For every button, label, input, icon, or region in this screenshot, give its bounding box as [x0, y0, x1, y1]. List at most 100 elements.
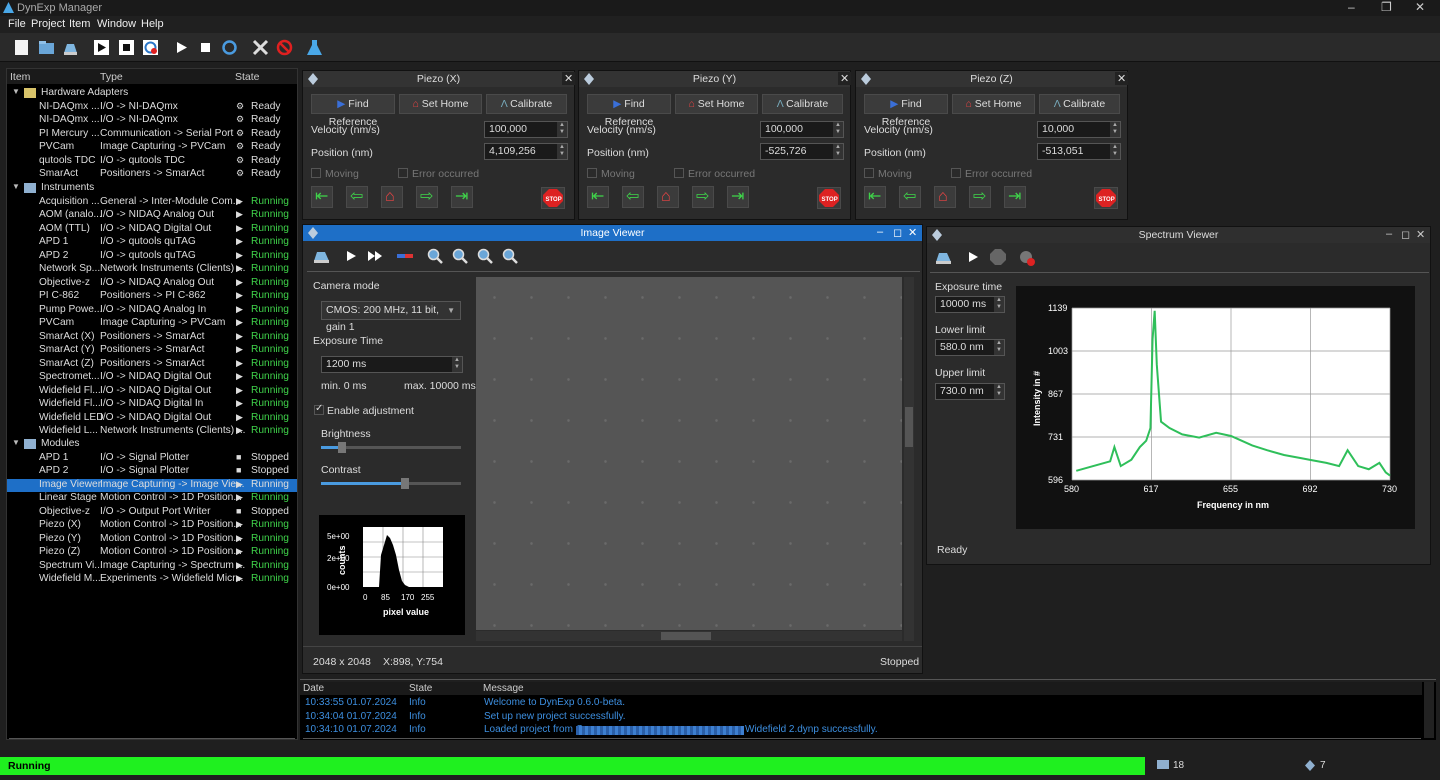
- expand-arrow-icon[interactable]: ▼: [12, 438, 20, 447]
- image-viewer-minimize-icon[interactable]: –: [877, 226, 883, 238]
- tree-row[interactable]: Pump Powe... I/O -> NIDAQ Analog In ▶ Runni…: [7, 304, 297, 318]
- set-home-button[interactable]: ⌂ Set Home: [675, 94, 758, 114]
- tree-row[interactable]: Piezo (X) Motion Control -> 1D Position..…: [7, 519, 297, 533]
- tree-row[interactable]: Piezo (Z) Motion Control -> 1D Position..…: [7, 546, 297, 560]
- stop-button[interactable]: STOP: [541, 187, 565, 209]
- tree-row[interactable]: Widefield LED I/O -> NIDAQ Digital Out ▶ Ru…: [7, 412, 297, 426]
- piezo-close-icon[interactable]: ✕: [562, 72, 576, 85]
- piezo-window-menu-icon[interactable]: [861, 73, 871, 85]
- tree-row[interactable]: Image Viewer Image Capturing -> Image Vie…: [7, 478, 297, 492]
- move-to-max-button[interactable]: ⇥: [727, 186, 749, 208]
- move-to-min-button[interactable]: ⇤: [311, 186, 333, 208]
- velocity-input[interactable]: 100,000 ▲ ▼: [760, 121, 844, 138]
- find-reference-button[interactable]: ▶ Find Reference: [587, 94, 671, 128]
- position-input[interactable]: -513,051 ▲ ▼: [1037, 143, 1121, 160]
- tree-row[interactable]: PI Mercury ... Communication -> Serial Po…: [7, 128, 297, 142]
- tree-row[interactable]: NI-DAQmx ... I/O -> NI-DAQmx ⚙ Ready: [7, 114, 297, 128]
- spectrum-maximize-icon[interactable]: ◻: [1401, 228, 1410, 241]
- tree-group-instruments[interactable]: ▼ Instruments: [7, 182, 297, 196]
- run-project-icon[interactable]: [93, 39, 110, 56]
- spectrum-window-menu-icon[interactable]: [932, 229, 942, 241]
- spin-arrows-icon[interactable]: ▲ ▼: [833, 144, 843, 159]
- camera-image[interactable]: [476, 277, 902, 630]
- spectrum-close-icon[interactable]: ✕: [1416, 228, 1425, 241]
- position-input[interactable]: 4,109,256 ▲ ▼: [484, 143, 568, 160]
- zoom-in-icon[interactable]: [452, 248, 468, 264]
- tree-row[interactable]: APD 2 I/O -> qutools quTAG ▶ Running: [7, 250, 297, 264]
- tree-row[interactable]: AOM (TTL) I/O -> NIDAQ Digital Out ▶ Runnin…: [7, 223, 297, 237]
- piezo-close-icon[interactable]: ✕: [1115, 72, 1129, 85]
- reset-project-icon[interactable]: [142, 39, 159, 56]
- tree-row[interactable]: AOM (analo... I/O -> NIDAQ Analog Out ▶ Run…: [7, 209, 297, 223]
- log-header-message[interactable]: Message: [483, 683, 524, 694]
- restore-icon[interactable]: ❐: [1381, 0, 1392, 14]
- move-to-max-button[interactable]: ⇥: [1004, 186, 1026, 208]
- log-header-date[interactable]: Date: [303, 683, 324, 694]
- tree-group-modules[interactable]: ▼ Modules: [7, 438, 297, 452]
- tree-row[interactable]: PVCam Image Capturing -> PVCam ⚙ Ready: [7, 141, 297, 155]
- tree-row[interactable]: NI-DAQmx ... I/O -> NI-DAQmx ⚙ Ready: [7, 101, 297, 115]
- run-item-icon[interactable]: [173, 39, 190, 56]
- move-to-min-button[interactable]: ⇤: [587, 186, 609, 208]
- brightness-handle[interactable]: [338, 442, 346, 453]
- reset-failed-icon[interactable]: [276, 39, 293, 56]
- tree-row[interactable]: Spectromet... I/O -> NIDAQ Digital Out ▶ Ru…: [7, 371, 297, 385]
- tree-row[interactable]: SmarAct (Y) Positioners -> SmarAct ▶ Runnin…: [7, 344, 297, 358]
- set-home-button[interactable]: ⌂ Set Home: [399, 94, 482, 114]
- contrast-slider[interactable]: [321, 478, 461, 489]
- zoom-reset-icon[interactable]: [427, 248, 443, 264]
- log-scrollbar[interactable]: [1424, 682, 1434, 738]
- tree-row[interactable]: SmarAct (Z) Positioners -> SmarAct ▶ Runnin…: [7, 358, 297, 372]
- spectrum-minimize-icon[interactable]: –: [1386, 228, 1392, 240]
- calibrate-button[interactable]: Λ Calibrate: [762, 94, 843, 114]
- piezo-window-menu-icon[interactable]: [308, 73, 318, 85]
- log-horizontal-scrollbar[interactable]: [303, 738, 1421, 739]
- log-row[interactable]: 10:34:10 01.07.2024 Info Loaded project fr…: [303, 724, 1421, 737]
- spectrum-exposure-input[interactable]: 10000 ms ▲ ▼: [935, 296, 1005, 313]
- tree-group-hardware-adapters[interactable]: ▼ Hardware Adapters: [7, 87, 297, 101]
- step-forward-button[interactable]: ⇨: [416, 186, 438, 208]
- lab-flask-icon[interactable]: [306, 39, 323, 56]
- brightness-slider[interactable]: [321, 442, 461, 453]
- vertical-scroll-thumb[interactable]: [905, 407, 913, 447]
- spin-arrows-icon[interactable]: ▲ ▼: [1110, 122, 1120, 137]
- tree-row[interactable]: SmarAct Positioners -> SmarAct ⚙ Ready: [7, 168, 297, 182]
- tree-row[interactable]: Widefield Fl... I/O -> NIDAQ Digital In ▶ R…: [7, 398, 297, 412]
- contrast-handle[interactable]: [401, 478, 409, 489]
- velocity-input[interactable]: 10,000 ▲ ▼: [1037, 121, 1121, 138]
- minimize-icon[interactable]: –: [1348, 0, 1355, 14]
- set-home-button[interactable]: ⌂ Set Home: [952, 94, 1035, 114]
- home-button[interactable]: ⌂: [657, 186, 679, 208]
- tree-header-state[interactable]: State: [235, 71, 260, 83]
- stop-button[interactable]: STOP: [1094, 187, 1118, 209]
- velocity-input[interactable]: 100,000 ▲ ▼: [484, 121, 568, 138]
- zoom-fit-icon[interactable]: [502, 248, 518, 264]
- tree-row[interactable]: Acquisition ... General -> Inter-Module C…: [7, 196, 297, 210]
- spin-arrows-icon[interactable]: ▲ ▼: [994, 384, 1004, 399]
- log-header-state[interactable]: State: [409, 683, 432, 694]
- position-input[interactable]: -525,726 ▲ ▼: [760, 143, 844, 160]
- menu-project[interactable]: Project: [31, 18, 65, 30]
- reset-item-icon[interactable]: [221, 39, 238, 56]
- spin-arrows-icon[interactable]: ▲ ▼: [833, 122, 843, 137]
- step-back-button[interactable]: ⇦: [622, 186, 644, 208]
- menu-window[interactable]: Window: [97, 18, 136, 30]
- save-icon[interactable]: [62, 39, 79, 56]
- tree-row[interactable]: PI C-862 Positioners -> PI C-862 ▶ Running: [7, 290, 297, 304]
- log-row[interactable]: 10:34:04 01.07.2024 Info Set up new projec…: [303, 711, 1421, 724]
- zoom-out-icon[interactable]: [477, 248, 493, 264]
- window-menu-icon[interactable]: [308, 227, 318, 239]
- piezo-close-icon[interactable]: ✕: [838, 72, 852, 85]
- save-spectrum-icon[interactable]: [935, 249, 952, 264]
- spin-arrows-icon[interactable]: ▲ ▼: [452, 357, 462, 372]
- step-forward-button[interactable]: ⇨: [969, 186, 991, 208]
- horizontal-scroll-thumb[interactable]: [661, 632, 711, 640]
- calibrate-button[interactable]: Λ Calibrate: [1039, 94, 1120, 114]
- tree-row[interactable]: Objective-z I/O -> NIDAQ Analog Out ▶ Runni…: [7, 277, 297, 291]
- tree-row[interactable]: qutools TDC I/O -> qutools TDC ⚙ Ready: [7, 155, 297, 169]
- home-button[interactable]: ⌂: [934, 186, 956, 208]
- expand-arrow-icon[interactable]: ▼: [12, 182, 20, 191]
- image-viewer-maximize-icon[interactable]: ◻: [893, 226, 902, 239]
- calibrate-button[interactable]: Λ Calibrate: [486, 94, 567, 114]
- home-button[interactable]: ⌂: [381, 186, 403, 208]
